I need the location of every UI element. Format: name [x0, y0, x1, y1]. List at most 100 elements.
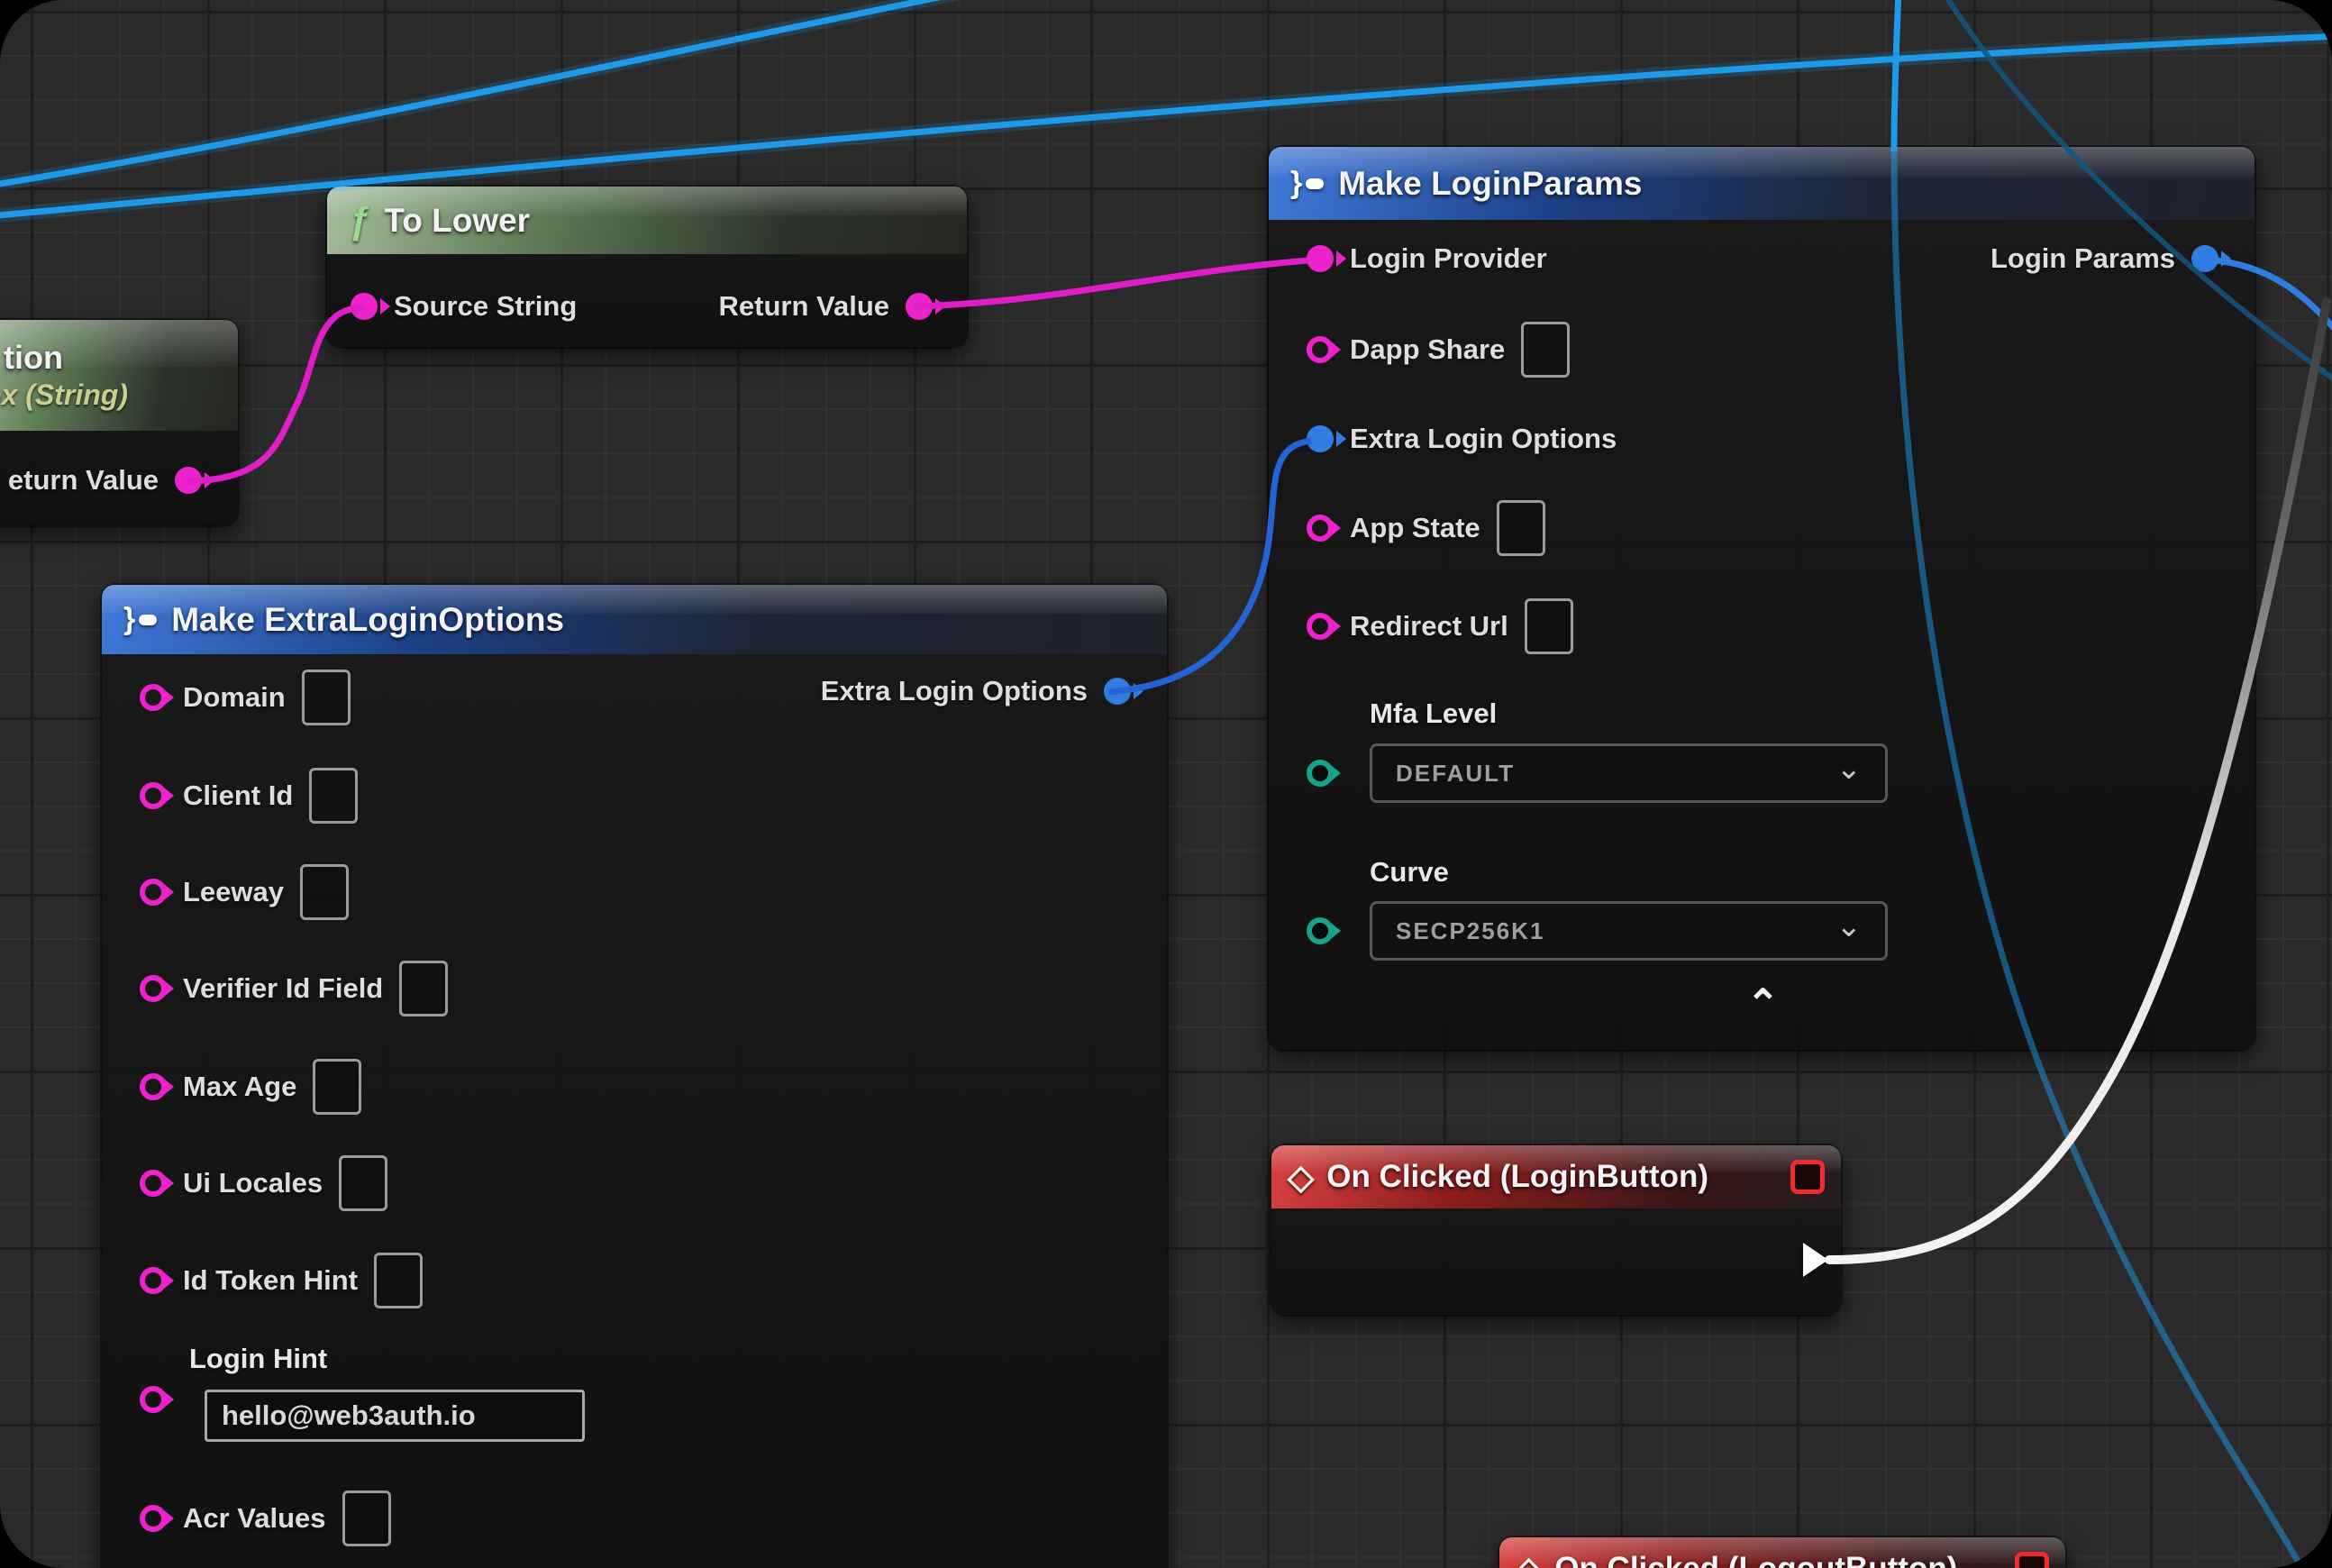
input-pin-verifier-id-field[interactable] [140, 975, 167, 1002]
input-pin-mfa-level[interactable] [1307, 760, 1334, 787]
pin-row-return-value: Return Value [719, 278, 934, 335]
login-hint-label: Login Hint [189, 1343, 327, 1375]
pin-label: Max Age [183, 1071, 296, 1103]
input-pin-login-provider[interactable] [1307, 245, 1334, 272]
input-pin-login-hint[interactable] [140, 1386, 167, 1413]
input-pin-redirect-url[interactable] [1307, 613, 1334, 640]
pin-label: Return Value [719, 290, 890, 323]
output-pin-extra-login-options[interactable] [1104, 678, 1131, 705]
login-hint-input[interactable]: hello@web3auth.io [205, 1390, 585, 1442]
output-pin-login-params[interactable] [2191, 245, 2218, 272]
node-get-selected-option-partial[interactable]: tion ox (String) eturn Value [0, 320, 238, 525]
node-header[interactable]: ƒ To Lower [327, 187, 967, 254]
pin-label: Domain [183, 681, 286, 714]
acr-values-value-box[interactable] [342, 1491, 391, 1546]
collapse-node-chevron[interactable]: ⌃ [1746, 996, 1780, 1014]
redirect-url-value-box[interactable] [1525, 598, 1573, 654]
wire-magenta-tolower-to-loginprovider[interactable] [914, 260, 1308, 306]
curve-label: Curve [1370, 856, 1449, 889]
output-pin-return-value[interactable] [175, 467, 202, 494]
pin-row-redirect-url: Redirect Url [1307, 597, 1573, 655]
pin-label: Id Token Hint [183, 1264, 358, 1297]
pin-row-login-provider: Login Provider [1307, 230, 1547, 287]
max-age-value-box[interactable] [313, 1059, 361, 1115]
mfa-level-value: DEFAULT [1396, 760, 1515, 788]
pin-row-domain: Domain [140, 669, 351, 726]
input-pin-curve[interactable] [1307, 917, 1334, 944]
pin-label: Source String [394, 290, 577, 323]
event-bind-icon [2015, 1552, 2049, 1568]
pin-label: Acr Values [183, 1502, 326, 1535]
domain-value-box[interactable] [302, 670, 351, 725]
output-pin-return-value[interactable] [906, 293, 933, 320]
pin-row-login-params-out: Login Params [1990, 230, 2218, 287]
curve-dropdown[interactable]: SECP256K1 ⌄ [1370, 901, 1888, 961]
wire-blue-vertical-top[interactable] [1894, 0, 1899, 151]
node-title: On Clicked (LogoutButton) [1554, 1551, 1957, 1568]
pin-row-source-string: Source String [351, 278, 577, 335]
event-bind-icon [1790, 1160, 1825, 1194]
verifier-id-field-value-box[interactable] [399, 961, 448, 1016]
wire-blue-top-a[interactable] [0, 0, 979, 186]
wire-blue-top-a-glow [0, 0, 979, 186]
node-title: To Lower [384, 202, 530, 240]
node-title: On Clicked (LoginButton) [1326, 1159, 1708, 1195]
ui-locales-value-box[interactable] [339, 1155, 387, 1211]
function-icon: ƒ [349, 199, 369, 242]
mfa-level-label: Mfa Level [1370, 697, 1497, 730]
input-pin-leeway[interactable] [140, 879, 167, 906]
input-pin-id-token-hint[interactable] [140, 1267, 167, 1294]
node-title: Make LoginParams [1338, 165, 1642, 203]
node-title: Make ExtraLoginOptions [171, 601, 564, 639]
node-to-lower[interactable]: ƒ To Lower Source String Return Value [327, 187, 967, 347]
pin-row-leeway: Leeway [140, 863, 349, 921]
input-pin-acr-values[interactable] [140, 1505, 167, 1532]
client-id-value-box[interactable] [309, 768, 358, 824]
dapp-share-value-box[interactable] [1521, 322, 1570, 378]
pin-row-verifier-id-field: Verifier Id Field [140, 960, 448, 1017]
input-pin-extra-login-options[interactable] [1307, 425, 1334, 452]
input-pin-ui-locales[interactable] [140, 1170, 167, 1197]
input-pin-domain[interactable] [140, 684, 167, 711]
pin-row-extra-login-options-out: Extra Login Options [821, 662, 1131, 720]
pin-label: Redirect Url [1350, 610, 1508, 643]
blueprint-canvas[interactable]: tion ox (String) eturn Value ƒ To Lower … [0, 0, 2332, 1568]
pin-label: eturn Value [8, 464, 159, 497]
pin-row-acr-values: Acr Values [140, 1490, 391, 1547]
input-pin-app-state[interactable] [1307, 515, 1334, 542]
make-struct-icon: } [1290, 166, 1324, 201]
pin-label: Login Params [1990, 242, 2175, 275]
pin-label: Leeway [183, 876, 284, 908]
pin-label: App State [1350, 512, 1480, 544]
node-header[interactable]: tion ox (String) [0, 320, 238, 431]
pin-label: Verifier Id Field [183, 972, 383, 1005]
node-make-extra-login-options[interactable]: } Make ExtraLoginOptions Domain Client I… [102, 585, 1167, 1568]
input-pin-source-string[interactable] [351, 293, 378, 320]
node-subtitle-fragment: ox (String) [0, 378, 128, 412]
node-header[interactable]: } Make LoginParams [1269, 147, 2255, 220]
pin-label: Login Provider [1350, 242, 1547, 275]
mfa-level-dropdown[interactable]: DEFAULT ⌄ [1370, 743, 1888, 803]
pin-row-dapp-share: Dapp Share [1307, 321, 1570, 378]
id-token-hint-value-box[interactable] [374, 1253, 423, 1308]
pin-row-client-id: Client Id [140, 767, 358, 825]
pin-label: Client Id [183, 779, 293, 812]
node-make-login-params[interactable]: } Make LoginParams Login Provider Dapp S… [1269, 147, 2255, 1050]
pin-row-ui-locales: Ui Locales [140, 1154, 387, 1212]
pin-row-extra-login-options-in: Extra Login Options [1307, 410, 1617, 468]
input-pin-dapp-share[interactable] [1307, 336, 1334, 363]
curve-value: SECP256K1 [1396, 917, 1544, 945]
app-state-value-box[interactable] [1497, 500, 1545, 556]
input-pin-client-id[interactable] [140, 782, 167, 809]
node-header[interactable]: } Make ExtraLoginOptions [102, 585, 1167, 654]
input-pin-max-age[interactable] [140, 1073, 167, 1100]
node-header[interactable]: ◇ On Clicked (LogoutButton) [1499, 1537, 2065, 1568]
node-header[interactable]: ◇ On Clicked (LoginButton) [1271, 1145, 1841, 1208]
pin-row-max-age: Max Age [140, 1058, 361, 1116]
pin-label: Extra Login Options [1350, 423, 1617, 455]
leeway-value-box[interactable] [300, 864, 349, 920]
pin-label: Extra Login Options [821, 675, 1088, 707]
node-on-clicked-login-button[interactable]: ◇ On Clicked (LoginButton) [1271, 1145, 1841, 1315]
exec-output-pin[interactable] [1803, 1243, 1828, 1277]
node-on-clicked-logout-button[interactable]: ◇ On Clicked (LogoutButton) [1499, 1537, 2065, 1568]
